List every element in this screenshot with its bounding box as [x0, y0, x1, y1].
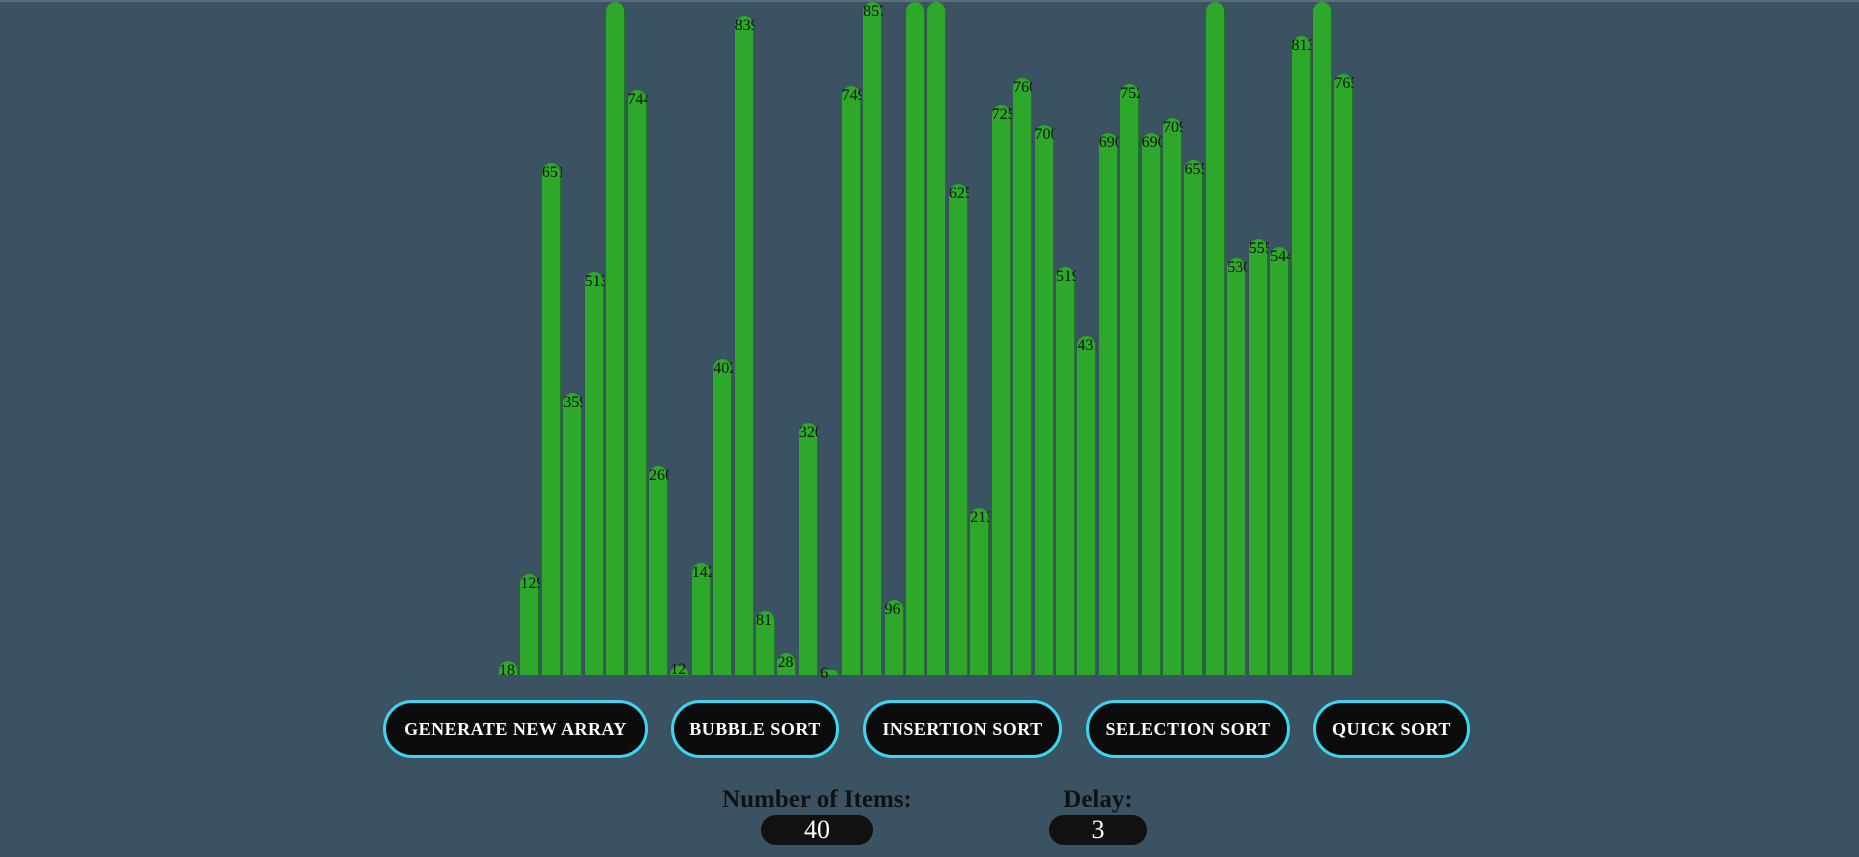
array-bar [606, 2, 626, 675]
array-bar: 402 [713, 359, 734, 675]
array-bar: 700 [1034, 124, 1055, 675]
array-bar: 359 [563, 392, 584, 675]
array-bar: 655 [1184, 160, 1205, 675]
number-of-items-control: Number of Items: [705, 785, 929, 845]
bar-value-label: 857 [863, 4, 884, 20]
bar-value-label: 519 [1055, 269, 1076, 286]
bar-value-label: 142 [691, 565, 712, 582]
bar-value-label: 765 [1334, 75, 1355, 92]
number-of-items-input[interactable] [761, 815, 873, 845]
array-bar: 519 [1055, 267, 1076, 675]
array-bar: 18 [499, 660, 518, 678]
array-bar: 81 [756, 611, 776, 675]
bar-value-label: 725 [991, 107, 1012, 124]
array-bar: 530 [1227, 258, 1248, 675]
quick-sort-button[interactable]: QUICK SORT [1313, 700, 1470, 758]
array-bar: 813 [1291, 35, 1312, 675]
array-bar [1312, 2, 1332, 675]
array-bar: 625 [948, 183, 969, 675]
array-bar: 839 [734, 15, 755, 675]
array-bar: 513 [584, 271, 605, 675]
array-bar: 765 [1334, 73, 1355, 675]
bar-value-label: 655 [1184, 162, 1205, 179]
array-bar: 544 [1270, 247, 1291, 675]
array-bar: 752 [1120, 83, 1141, 675]
bar-value-label: 530 [1227, 260, 1248, 277]
bar-value-label: 544 [1270, 249, 1291, 266]
bar-value-label: 749 [841, 88, 862, 105]
bar-value-label: 752 [1120, 85, 1141, 102]
array-bar [1205, 2, 1225, 675]
array-bar: 555 [1248, 238, 1269, 675]
bar-value-label: 213 [970, 509, 991, 526]
generate-new-array-button[interactable]: GENERATE NEW ARRAY [383, 700, 648, 758]
array-bar [905, 2, 925, 675]
array-bar: 760 [1013, 77, 1034, 675]
bar-value-label: 625 [948, 185, 969, 202]
selection-sort-button[interactable]: SELECTION SORT [1086, 700, 1290, 758]
bar-value-label: 839 [734, 17, 755, 34]
bubble-sort-button[interactable]: BUBBLE SORT [671, 700, 839, 758]
bar-value-label: 651 [541, 165, 562, 182]
array-bar: 129 [520, 573, 541, 675]
bar-value-label: 760 [1013, 79, 1034, 96]
bar-array-visualization: 18 129 651 359 513 744 266 12 142 402 839 81 28 320 6 7… [0, 0, 1859, 700]
array-bar: 266 [648, 465, 669, 675]
array-bar: 320 [798, 423, 819, 675]
bar-value-label: 709 [1163, 119, 1184, 136]
bar-value-label: 320 [798, 425, 819, 442]
bar-value-label: 813 [1291, 37, 1312, 54]
array-bar: 690 [1098, 132, 1119, 675]
bar-value-label: 402 [713, 361, 734, 378]
bar-value-label: 129 [520, 575, 541, 592]
bar-value-label: 513 [584, 273, 605, 290]
array-bar: 142 [691, 563, 712, 675]
array-bar: 96 [884, 599, 904, 675]
array-bar: 709 [1163, 117, 1184, 675]
array-bar: 12 [670, 661, 690, 677]
insertion-sort-button[interactable]: INSERTION SORT [863, 700, 1062, 758]
array-bar: 857 [863, 2, 884, 675]
bar-value-label: 359 [563, 394, 584, 411]
bar-value-label: 690 [1141, 134, 1162, 151]
array-bar: 213 [970, 507, 991, 675]
array-bar [927, 2, 947, 675]
array-bar: 749 [841, 86, 862, 675]
bar-value-label: 431 [1077, 338, 1098, 355]
bar-value-label: 555 [1248, 240, 1269, 257]
array-bar: 651 [541, 163, 562, 675]
array-bar: 6 [820, 666, 840, 682]
bar-value-label: 266 [648, 467, 669, 484]
array-bar: 431 [1077, 336, 1098, 675]
bar-value-label: 744 [627, 92, 648, 109]
array-bar: 690 [1141, 132, 1162, 675]
bar-value-label: 700 [1034, 126, 1055, 143]
array-bar: 744 [627, 90, 648, 675]
delay-input[interactable] [1049, 815, 1147, 845]
bar-value-label: 690 [1098, 134, 1119, 151]
delay-label: Delay: [1063, 786, 1133, 813]
delay-control: Delay: [1046, 785, 1150, 845]
array-bar: 28 [777, 652, 797, 675]
bar-value-label: 81 [756, 612, 773, 630]
number-of-items-label: Number of Items: [722, 786, 912, 813]
array-bar: 725 [991, 105, 1012, 675]
